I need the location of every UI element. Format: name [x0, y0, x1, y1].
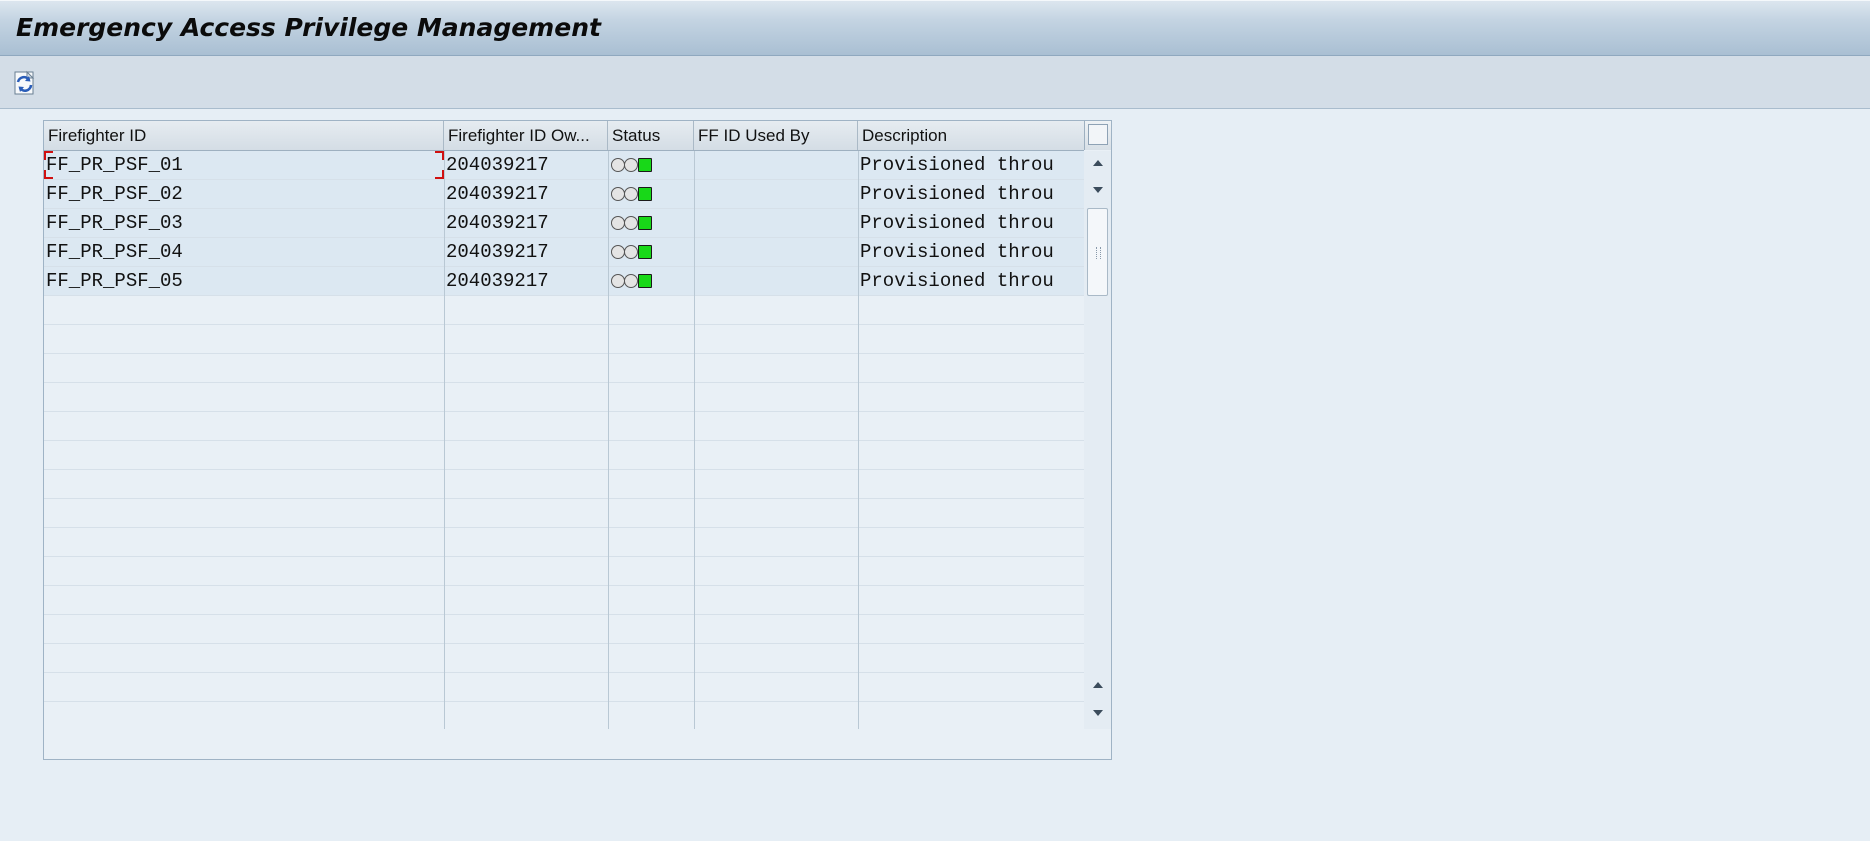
- cell-firefighter-id[interactable]: FF_PR_PSF_03: [44, 209, 444, 238]
- cell-used-by[interactable]: [694, 267, 858, 296]
- status-light-red-icon: [611, 274, 625, 288]
- cell-used-by[interactable]: [694, 180, 858, 209]
- cell-description[interactable]: Provisioned throu: [858, 151, 1084, 180]
- refresh-icon: [14, 70, 35, 95]
- focus-corner: [435, 151, 444, 160]
- cell-used-by[interactable]: [694, 151, 858, 180]
- scroll-thumb[interactable]: [1087, 208, 1108, 296]
- column-settings-box: [1088, 124, 1108, 145]
- empty-table-row[interactable]: [44, 499, 1084, 528]
- column-header-description[interactable]: Description: [858, 121, 1084, 150]
- table-row[interactable]: FF_PR_PSF_02 204039217 Provisioned throu: [44, 180, 1084, 209]
- focus-corner: [44, 151, 53, 160]
- column-header-firefighter-id-owner[interactable]: Firefighter ID Ow...: [444, 121, 608, 150]
- column-settings-button[interactable]: [1084, 121, 1111, 150]
- cell-description[interactable]: Provisioned throu: [858, 209, 1084, 238]
- column-divider: [694, 151, 695, 729]
- status-light-green-icon: [638, 187, 652, 201]
- status-light-yellow-icon: [624, 187, 638, 201]
- firefighter-table: Firefighter ID Firefighter ID Ow... Stat…: [43, 120, 1112, 760]
- cell-status[interactable]: [608, 209, 694, 238]
- column-header-status[interactable]: Status: [608, 121, 694, 150]
- page-down-button[interactable]: [1088, 701, 1107, 725]
- page-up-button[interactable]: [1088, 673, 1107, 697]
- cell-firefighter-id[interactable]: FF_PR_PSF_04: [44, 238, 444, 267]
- cell-status[interactable]: [608, 267, 694, 296]
- refresh-button[interactable]: [11, 69, 39, 97]
- status-light-green-icon: [638, 216, 652, 230]
- empty-table-row[interactable]: [44, 702, 1084, 729]
- column-divider: [444, 151, 445, 729]
- scroll-up-icon: [1093, 160, 1103, 166]
- cell-owner[interactable]: 204039217: [444, 151, 608, 180]
- status-light-yellow-icon: [624, 274, 638, 288]
- empty-table-row[interactable]: [44, 528, 1084, 557]
- status-light-yellow-icon: [624, 216, 638, 230]
- empty-table-row[interactable]: [44, 644, 1084, 673]
- cell-owner[interactable]: 204039217: [444, 180, 608, 209]
- page-up-icon: [1093, 682, 1103, 688]
- column-divider: [608, 151, 609, 729]
- cell-description[interactable]: Provisioned throu: [858, 238, 1084, 267]
- column-divider: [858, 151, 859, 729]
- status-light-green-icon: [638, 274, 652, 288]
- cell-used-by[interactable]: [694, 209, 858, 238]
- scroll-up-button[interactable]: [1088, 151, 1107, 175]
- status-light-red-icon: [611, 187, 625, 201]
- status-light-red-icon: [611, 216, 625, 230]
- empty-table-row[interactable]: [44, 615, 1084, 644]
- cell-status[interactable]: [608, 151, 694, 180]
- page-title: Emergency Access Privilege Management: [16, 13, 601, 42]
- empty-table-row[interactable]: [44, 383, 1084, 412]
- table-body: FF_PR_PSF_01 204039217 Provisioned throu…: [44, 151, 1084, 729]
- status-light-red-icon: [611, 245, 625, 259]
- cell-owner[interactable]: 204039217: [444, 238, 608, 267]
- empty-table-row[interactable]: [44, 470, 1084, 499]
- empty-table-row[interactable]: [44, 325, 1084, 354]
- column-header-ff-id-used-by[interactable]: FF ID Used By: [694, 121, 858, 150]
- status-light-green-icon: [638, 158, 652, 172]
- cell-description[interactable]: Provisioned throu: [858, 267, 1084, 296]
- cell-firefighter-id[interactable]: FF_PR_PSF_02: [44, 180, 444, 209]
- cell-firefighter-id[interactable]: FF_PR_PSF_05: [44, 267, 444, 296]
- empty-table-row[interactable]: [44, 673, 1084, 702]
- grip-icon: [1096, 247, 1101, 259]
- cell-owner[interactable]: 204039217: [444, 209, 608, 238]
- empty-table-row[interactable]: [44, 586, 1084, 615]
- table-row[interactable]: FF_PR_PSF_01 204039217 Provisioned throu: [44, 151, 1084, 180]
- status-light-red-icon: [611, 158, 625, 172]
- status-light-yellow-icon: [624, 245, 638, 259]
- table-row[interactable]: FF_PR_PSF_04 204039217 Provisioned throu: [44, 238, 1084, 267]
- status-light-yellow-icon: [624, 158, 638, 172]
- empty-table-row[interactable]: [44, 557, 1084, 586]
- table-row[interactable]: FF_PR_PSF_05 204039217 Provisioned throu: [44, 267, 1084, 296]
- table-header: Firefighter ID Firefighter ID Ow... Stat…: [44, 121, 1084, 151]
- cell-status[interactable]: [608, 180, 694, 209]
- toolbar: [0, 56, 1870, 109]
- vertical-scrollbar[interactable]: [1084, 151, 1111, 729]
- empty-table-row[interactable]: [44, 296, 1084, 325]
- focus-corner: [435, 170, 444, 179]
- title-bar: Emergency Access Privilege Management: [0, 0, 1870, 56]
- cell-firefighter-id[interactable]: FF_PR_PSF_01: [44, 151, 444, 180]
- cell-owner[interactable]: 204039217: [444, 267, 608, 296]
- cell-used-by[interactable]: [694, 238, 858, 267]
- empty-table-row[interactable]: [44, 412, 1084, 441]
- scroll-down-icon: [1093, 187, 1103, 193]
- empty-table-row[interactable]: [44, 441, 1084, 470]
- focus-corner: [44, 170, 53, 179]
- scroll-down-button[interactable]: [1088, 178, 1107, 202]
- table-row[interactable]: FF_PR_PSF_03 204039217 Provisioned throu: [44, 209, 1084, 238]
- column-header-firefighter-id[interactable]: Firefighter ID: [44, 121, 444, 150]
- page-down-icon: [1093, 710, 1103, 716]
- status-light-green-icon: [638, 245, 652, 259]
- cell-description[interactable]: Provisioned throu: [858, 180, 1084, 209]
- cell-status[interactable]: [608, 238, 694, 267]
- empty-table-row[interactable]: [44, 354, 1084, 383]
